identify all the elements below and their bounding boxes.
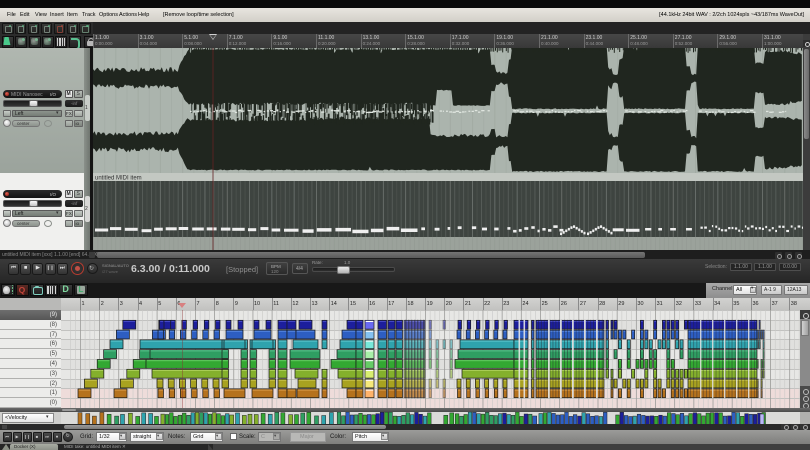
svg-text:untitled MIDI item: untitled MIDI item xyxy=(95,176,142,182)
